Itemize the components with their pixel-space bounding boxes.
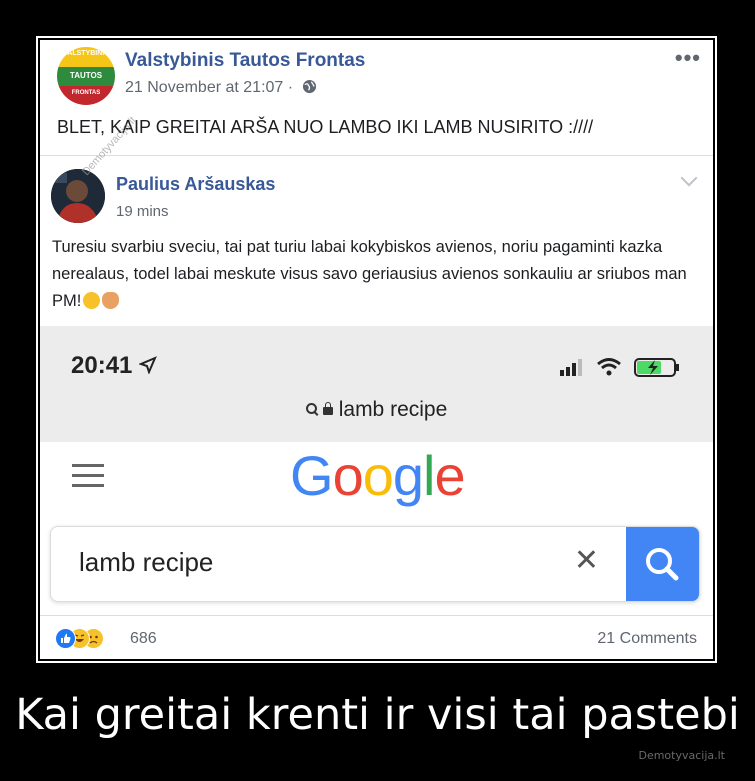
search-input[interactable]: lamb recipe <box>79 547 213 578</box>
battery-charging-icon <box>634 358 679 377</box>
post-text: BLET, KAIP GREITAI ARŠA NUO LAMBO IKI LA… <box>57 117 594 137</box>
kiss-emoji-icon <box>83 292 101 309</box>
wifi-icon <box>597 358 621 376</box>
phone-screenshot: 20:41 lamb recipe Google lamb recipe ✕ <box>40 326 713 616</box>
page-name-link[interactable]: Valstybinis Tautos Frontas <box>125 50 365 72</box>
reaction-count[interactable]: 686 <box>130 630 157 648</box>
address-bar[interactable]: lamb recipe <box>40 398 713 422</box>
post-footer: 686 21 Comments <box>40 615 713 659</box>
post-timestamp[interactable]: 21 November at 21:07 · <box>125 79 317 97</box>
page-avatar[interactable]: VALSTYBINIS TAUTOS FRONTAS <box>57 47 115 105</box>
status-time-text: 20:41 <box>71 352 133 379</box>
post-time-text: 21 November at 21:07 · <box>125 79 294 96</box>
shared-timestamp[interactable]: 19 mins <box>116 203 169 220</box>
site-credit: Demotyvacija.lt <box>638 749 725 762</box>
search-small-icon <box>305 403 317 414</box>
google-logo-letter: o <box>362 444 394 507</box>
chevron-down-icon[interactable] <box>680 169 698 187</box>
shared-user-name[interactable]: Paulius Aršauskas <box>116 174 275 195</box>
google-logo-letter: o <box>332 444 364 507</box>
location-arrow-icon <box>138 356 157 375</box>
facebook-post-card: VALSTYBINIS TAUTOS FRONTAS Valstybinis T… <box>40 40 713 659</box>
address-text: lamb recipe <box>338 398 448 421</box>
signal-icon <box>560 359 582 376</box>
status-bar-time: 20:41 <box>71 352 157 380</box>
google-logo-letter: e <box>434 444 465 507</box>
logo-text-top: VALSTYBINIS <box>63 50 109 57</box>
google-logo-letter: G <box>290 444 334 507</box>
shared-post: Paulius Aršauskas 19 mins Turesiu svarbi… <box>40 155 713 616</box>
google-logo-letter: g <box>392 444 424 507</box>
search-icon <box>646 548 679 581</box>
shared-post-text-block: Turesiu svarbiu sveciu, tai pat turiu la… <box>52 234 692 315</box>
globe-icon <box>302 79 316 94</box>
google-page: Google lamb recipe ✕ <box>40 442 713 616</box>
ok-hand-emoji-icon <box>102 292 120 309</box>
like-reaction-icon <box>55 628 76 649</box>
logo-text-mid: TAUTOS <box>69 71 103 80</box>
status-bar-icons <box>560 358 679 377</box>
lock-icon <box>322 402 333 415</box>
search-box[interactable]: lamb recipe ✕ <box>50 526 700 602</box>
shared-post-text: Turesiu svarbiu sveciu, tai pat turiu la… <box>52 238 687 310</box>
google-logo-letter: l <box>423 444 435 507</box>
close-icon[interactable]: ✕ <box>574 543 599 578</box>
comments-link[interactable]: 21 Comments <box>597 630 697 648</box>
google-logo: Google <box>290 443 466 508</box>
more-options-icon[interactable]: ••• <box>675 45 701 71</box>
search-button[interactable] <box>626 527 699 601</box>
caption: Kai greitai krenti ir visi tai pastebi <box>15 690 740 740</box>
hamburger-menu-icon[interactable] <box>72 464 104 487</box>
logo-text-bottom: FRONTAS <box>71 90 101 96</box>
user-avatar[interactable] <box>51 169 105 223</box>
